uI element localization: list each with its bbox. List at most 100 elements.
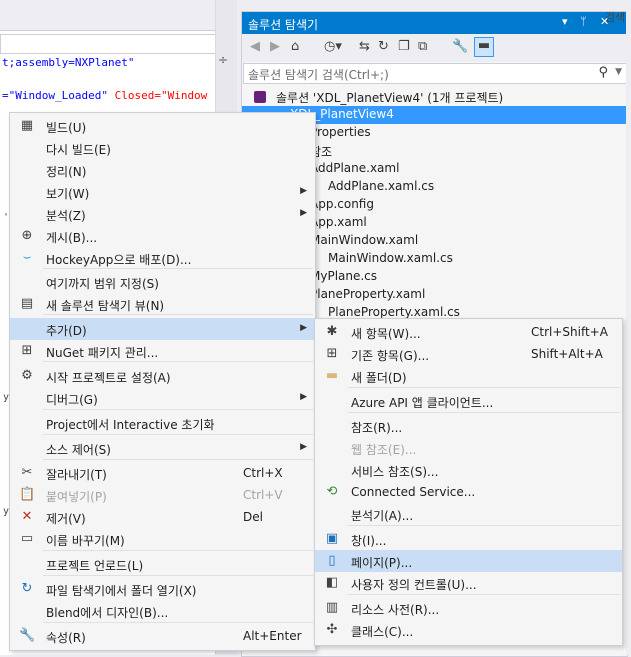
menu2-item[interactable]: ▥ 리소스 사전(R)... <box>315 597 622 619</box>
menu2-item[interactable]: 웹 참조(E)... <box>315 437 622 459</box>
tree-item-solution[interactable]: 솔루션 'XDL_PlanetView4' (1개 프로젝트) <box>242 88 627 106</box>
menu-separator <box>43 550 313 551</box>
menu1-item[interactable]: 프로젝트 언로드(L) <box>10 553 315 575</box>
menu-separator <box>43 361 313 362</box>
project-context-menu: ▦ 빌드(U) 다시 빌드(E) 정리(N) 보기(W) ▶ 분석(Z) ▶ ⊕ 게시(B)...… <box>9 112 316 651</box>
back-icon[interactable]: ◀ <box>250 39 260 54</box>
menu1-item[interactable]: 소스 제어(S) ▶ <box>10 437 315 459</box>
menu2-item-shortcut: Ctrl+Shift+A <box>531 325 608 339</box>
window-options-icon[interactable]: ▾ <box>562 15 568 28</box>
menu1-item[interactable]: ⊞ NuGet 패키지 관리... <box>10 340 315 362</box>
solution-search-input[interactable]: 솔루션 탐색기 검색(Ctrl+;) ⚲ ▼ <box>243 63 627 84</box>
search-icon[interactable]: ⚲ <box>598 65 608 80</box>
menu2-item[interactable]: 분석기(A)... <box>315 503 622 525</box>
menu2-item-label: Connected Service... <box>351 485 476 499</box>
code-line-2: ="Window_Loaded" Closed="Window <box>2 89 207 102</box>
home-icon[interactable]: ⌂ <box>291 39 299 54</box>
chevron-down-icon[interactable]: ▼ <box>615 67 622 77</box>
menu1-item-label: 이름 바꾸기(M) <box>46 534 125 548</box>
menu1-item-label: HockeyApp으로 배포(D)... <box>46 253 192 267</box>
split-view-icon[interactable]: ÷ <box>218 53 228 67</box>
menu2-item[interactable]: ⊞ 기존 항목(G)... Shift+Alt+A <box>315 343 622 365</box>
refresh-icon[interactable]: ↻ <box>378 39 389 54</box>
menu2-item-label: 분석기(A)... <box>351 509 414 523</box>
menu1-item-label: 제거(V) <box>46 512 86 526</box>
menu1-item-label: 빌드(U) <box>46 121 87 135</box>
wrench-icon: 🔧 <box>19 628 36 643</box>
submenu-arrow-icon: ▶ <box>300 442 307 452</box>
menu1-item-label: 소스 제어(S) <box>46 443 111 457</box>
menu1-item[interactable]: ⚙ 시작 프로젝트로 설정(A) <box>10 365 315 387</box>
menu1-item[interactable]: Blend에서 디자인(B)... <box>10 600 315 622</box>
menu1-item[interactable]: 분석(Z) ▶ <box>10 203 315 225</box>
code-attr-name: Closed="Window <box>107 89 208 102</box>
menu1-item[interactable]: ▦ 빌드(U) <box>10 115 315 137</box>
menu1-item[interactable]: Project에서 Interactive 초기화 <box>10 412 315 434</box>
menu1-item[interactable]: ↻ 파일 탐색기에서 폴더 열기(X) <box>10 578 315 600</box>
menu-separator <box>348 594 620 595</box>
menu1-item-label: 디버그(G) <box>46 393 98 407</box>
menu1-item[interactable]: ⊕ 게시(B)... <box>10 225 315 247</box>
menu1-item[interactable]: 🔧 속성(R) Alt+Enter <box>10 625 315 647</box>
sync-icon[interactable]: ⇆ <box>359 39 370 54</box>
hockeyapp-icon: ⌣ <box>22 250 32 265</box>
menu1-item[interactable]: ⌣ HockeyApp으로 배포(D)... <box>10 247 315 269</box>
submenu-arrow-icon: ▶ <box>300 392 307 402</box>
menu-separator <box>43 575 313 576</box>
editor-navigation-dropdown[interactable]: ▼ <box>0 34 236 54</box>
menu1-item[interactable]: 정리(N) <box>10 159 315 181</box>
menu1-item-label: 정리(N) <box>46 165 87 179</box>
solution-explorer-toolbar: ◀ ▶ ⌂ ◷▾ ⇆ ↻ ❐ ⧉ 🔧 ▬ <box>242 34 627 62</box>
menu2-item[interactable]: ⟲ Connected Service... <box>315 481 622 503</box>
pin-icon[interactable]: ᛘ <box>580 15 587 28</box>
menu1-item[interactable]: ✕ 제거(V) Del <box>10 506 315 528</box>
menu1-item-label: 게시(B)... <box>46 231 98 245</box>
menu2-item-label: 웹 참조(E)... <box>351 443 417 457</box>
menu1-item[interactable]: 디버그(G) ▶ <box>10 387 315 409</box>
menu2-item[interactable]: ◧ 사용자 정의 컨트롤(U)... <box>315 572 622 594</box>
properties-wrench-icon[interactable]: 🔧 <box>452 39 468 54</box>
connected-service-icon: ⟲ <box>326 484 338 499</box>
menu2-item-label: 서비스 참조(S)... <box>351 465 439 479</box>
menu-separator <box>43 459 313 460</box>
collapse-all-icon[interactable]: ❐ <box>398 39 410 54</box>
menu1-item-shortcut: Ctrl+X <box>243 466 283 480</box>
menu1-item[interactable]: 보기(W) ▶ <box>10 181 315 203</box>
menu1-item-label: 붙여넣기(P) <box>46 490 107 504</box>
editor-tab-bar <box>0 0 236 31</box>
menu2-item[interactable]: 서비스 참조(S)... <box>315 459 622 481</box>
menu1-item[interactable]: 다시 빌드(E) <box>10 137 315 159</box>
history-icon[interactable]: ◷▾ <box>324 39 342 54</box>
menu-separator <box>43 268 313 269</box>
solution-explorer-title-bar: 솔루션 탐색기 ▾ ᛘ ✕ <box>242 12 627 34</box>
menu1-item-label: Blend에서 디자인(B)... <box>46 606 169 620</box>
menu2-item-label: 참조(R)... <box>351 421 403 435</box>
menu1-item[interactable]: 추가(D) ▶ <box>10 318 315 340</box>
submenu-arrow-icon: ▶ <box>300 208 307 218</box>
menu1-item[interactable]: ▤ 새 솔루션 탐색기 뷰(N) <box>10 293 315 315</box>
menu2-item[interactable]: 참조(R)... <box>315 415 622 437</box>
new-item-icon: ✱ <box>326 324 338 339</box>
show-all-files-icon[interactable]: ⧉ <box>418 39 427 54</box>
menu2-item[interactable]: ▯ 페이지(P)... <box>315 550 622 572</box>
menu1-item[interactable]: 여기까지 범위 지정(S) <box>10 271 315 293</box>
menu1-item[interactable]: ✂ 잘라내기(T) Ctrl+X <box>10 462 315 484</box>
menu2-item-label: 기존 항목(G)... <box>351 349 430 363</box>
side-tab-search[interactable]: 검색 <box>604 12 626 24</box>
menu-separator <box>43 314 313 315</box>
menu2-item[interactable]: ✱ 새 항목(W)... Ctrl+Shift+A <box>315 321 622 343</box>
menu2-item[interactable]: Azure API 앱 클라이언트... <box>315 390 622 412</box>
menu2-item-label: 페이지(P)... <box>351 556 413 570</box>
menu1-item-label: 보기(W) <box>46 187 90 201</box>
menu1-item[interactable]: ▭ 이름 바꾸기(M) <box>10 528 315 550</box>
menu2-item[interactable]: ▬ 새 폴더(D) <box>315 365 622 387</box>
menu2-item[interactable]: ▣ 창(I)... <box>315 528 622 550</box>
delete-icon: ✕ <box>21 509 33 524</box>
preview-selected-icon[interactable]: ▬ <box>474 37 494 57</box>
menu1-item[interactable]: 📋 붙여넣기(P) Ctrl+V <box>10 484 315 506</box>
menu1-item-shortcut: Ctrl+V <box>243 488 283 502</box>
forward-icon[interactable]: ▶ <box>270 39 280 54</box>
menu1-item-label: 잘라내기(T) <box>46 468 107 482</box>
code-line-1: t;assembly=NXPlanet" <box>2 56 135 69</box>
menu2-item[interactable]: ✣ 클래스(C)... <box>315 619 622 641</box>
